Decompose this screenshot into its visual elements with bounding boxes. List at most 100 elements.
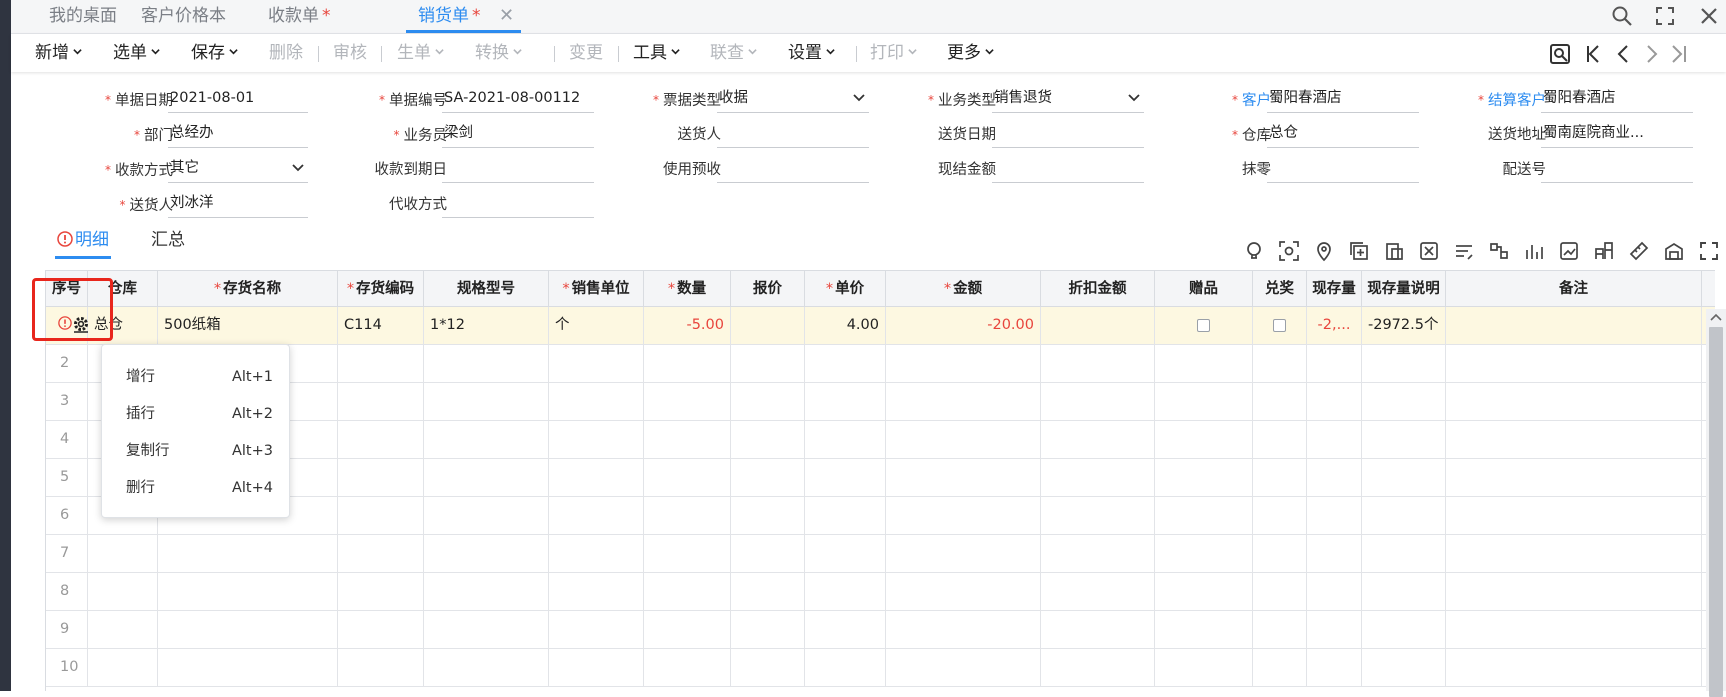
cell-amount[interactable] — [886, 611, 1041, 648]
tab-sales-delivery[interactable]: 销货单 * — [406, 0, 521, 34]
cell-prize[interactable] — [1253, 535, 1307, 572]
generate-button[interactable]: 生单 — [397, 34, 444, 72]
cell-item-code[interactable] — [338, 421, 424, 458]
column-header[interactable]: 仓库 — [88, 271, 158, 307]
cell-price[interactable] — [805, 459, 886, 496]
first-record-icon[interactable] — [1582, 42, 1606, 66]
cell-quote[interactable] — [731, 573, 805, 610]
cell-amount[interactable] — [886, 573, 1041, 610]
table-row[interactable]: 2 — [46, 345, 1715, 383]
payment-due-field[interactable] — [442, 155, 594, 183]
cell-qty[interactable] — [644, 497, 731, 534]
cell-amount[interactable] — [886, 649, 1041, 686]
cell-remark[interactable] — [1446, 383, 1702, 420]
settings-button[interactable]: 设置 — [788, 34, 835, 72]
print-button[interactable]: 打印 — [870, 34, 917, 72]
delivery-person-field[interactable]: 刘冰洋 — [168, 190, 308, 218]
cell-quote[interactable] — [731, 535, 805, 572]
table-row[interactable]: 10 — [46, 649, 1715, 687]
cell-amount[interactable] — [886, 535, 1041, 572]
settle-customer-field[interactable]: 蜀阳春酒店 — [1541, 85, 1693, 113]
cash-amount-field[interactable] — [992, 155, 1144, 183]
cell-unit[interactable] — [549, 573, 644, 610]
cell-spec[interactable] — [424, 421, 549, 458]
cell-item-name[interactable] — [158, 535, 338, 572]
cell-qty[interactable] — [644, 649, 731, 686]
cell-gift[interactable] — [1155, 611, 1253, 648]
column-header[interactable]: 备注 — [1446, 271, 1702, 307]
cell-qty[interactable] — [644, 611, 731, 648]
cell-remark[interactable] — [1446, 497, 1702, 534]
cell-prize[interactable] — [1253, 573, 1307, 610]
cell-remark[interactable] — [1446, 649, 1702, 686]
warehouse-icon[interactable] — [1663, 240, 1685, 262]
cell-spec[interactable] — [424, 573, 549, 610]
gear-icon[interactable] — [72, 315, 90, 333]
cell-price[interactable] — [805, 649, 886, 686]
cell-stock-desc[interactable] — [1362, 497, 1446, 534]
rounding-field[interactable] — [1267, 155, 1419, 183]
cell-stock[interactable] — [1307, 383, 1362, 420]
cell-gift[interactable] — [1155, 649, 1253, 686]
cell-price[interactable] — [805, 497, 886, 534]
trend-icon[interactable] — [1558, 240, 1580, 262]
table-row[interactable]: 9 — [46, 611, 1715, 649]
cell-gift[interactable] — [1155, 573, 1253, 610]
cell-qty[interactable]: -5.00 — [644, 307, 731, 344]
context-menu-item[interactable]: 增行 Alt+1 — [102, 359, 291, 396]
cell-discount[interactable] — [1041, 421, 1155, 458]
cell-stock-desc[interactable] — [1362, 573, 1446, 610]
fullscreen-icon[interactable] — [1653, 4, 1677, 28]
cell-warehouse[interactable]: 总仓 — [88, 307, 158, 344]
cell-unit[interactable] — [549, 459, 644, 496]
close-icon[interactable] — [1697, 4, 1721, 28]
table-row[interactable]: 总仓 500纸箱 C114 1*12 个 -5.00 4.00 -20.00 -2,... -29… — [46, 307, 1715, 345]
cell-spec[interactable] — [424, 497, 549, 534]
cell-spec[interactable] — [424, 535, 549, 572]
cell-quote[interactable] — [731, 421, 805, 458]
delivery-address-field[interactable]: 蜀南庭院商业... — [1541, 120, 1693, 148]
tab-detail[interactable]: 明细 — [55, 228, 111, 259]
cell-stock[interactable] — [1307, 611, 1362, 648]
cell-remark[interactable] — [1446, 573, 1702, 610]
cell-quote[interactable] — [731, 649, 805, 686]
cell-qty[interactable] — [644, 421, 731, 458]
cell-stock[interactable] — [1307, 421, 1362, 458]
cell-spec[interactable] — [424, 383, 549, 420]
cell-warehouse[interactable] — [88, 611, 158, 648]
paste-icon[interactable] — [1383, 240, 1405, 262]
column-header[interactable]: 兑奖 — [1253, 271, 1307, 307]
bulb-icon[interactable] — [1243, 240, 1265, 262]
cell-qty[interactable] — [644, 573, 731, 610]
cell-warehouse[interactable] — [88, 649, 158, 686]
cell-qty[interactable] — [644, 535, 731, 572]
column-header[interactable]: * 金额 — [886, 271, 1041, 307]
cell-stock[interactable] — [1307, 535, 1362, 572]
change-button[interactable]: 变更 — [569, 34, 603, 72]
cell-item-code[interactable] — [338, 573, 424, 610]
cell-unit[interactable] — [549, 649, 644, 686]
cell-item-name[interactable] — [158, 649, 338, 686]
cell-remark[interactable] — [1446, 421, 1702, 458]
column-header[interactable]: 现存量 — [1307, 271, 1362, 307]
flow-icon[interactable] — [1488, 240, 1510, 262]
invoice-type-select[interactable]: 收据 — [717, 85, 869, 113]
context-menu-item[interactable]: 插行 Alt+2 — [102, 396, 291, 433]
cell-stock-desc[interactable] — [1362, 421, 1446, 458]
table-row[interactable]: 7 — [46, 535, 1715, 573]
use-prepay-field[interactable] — [717, 155, 869, 183]
scrollbar-thumb[interactable] — [1709, 327, 1723, 697]
cell-remark[interactable] — [1446, 535, 1702, 572]
new-button[interactable]: 新增 — [35, 34, 82, 72]
table-row[interactable]: 6 — [46, 497, 1715, 535]
tools-button[interactable]: 工具 — [633, 34, 680, 72]
chart-icon[interactable] — [1523, 240, 1545, 262]
cell-prize[interactable] — [1253, 497, 1307, 534]
cell-gift[interactable] — [1155, 421, 1253, 458]
delete-button[interactable]: 删除 — [269, 34, 303, 72]
cell-price[interactable] — [805, 421, 886, 458]
cell-price[interactable] — [805, 611, 886, 648]
location-icon[interactable] — [1313, 240, 1335, 262]
cell-item-code[interactable] — [338, 611, 424, 648]
payment-method-select[interactable]: 其它 — [168, 155, 308, 183]
